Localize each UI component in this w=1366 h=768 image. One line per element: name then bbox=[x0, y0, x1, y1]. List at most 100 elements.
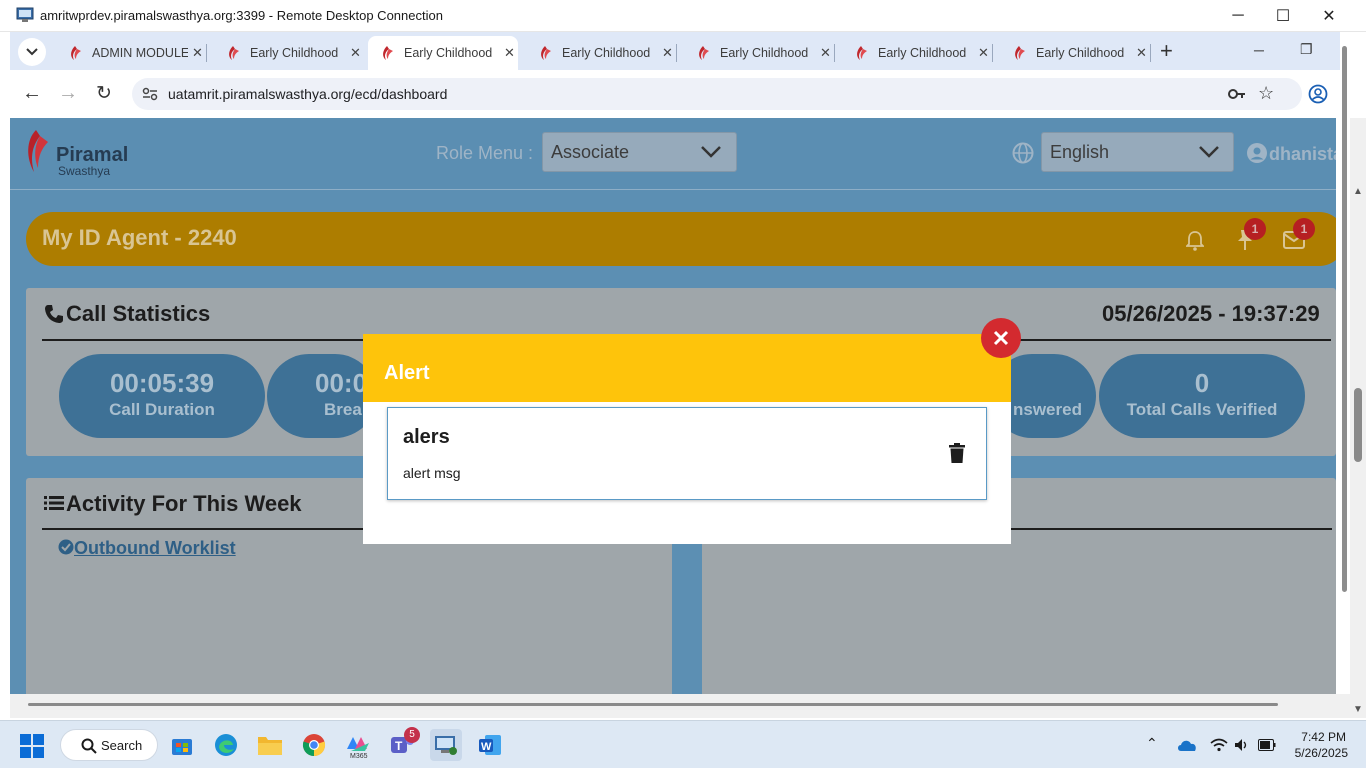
bookmark-star-icon[interactable]: ☆ bbox=[1258, 83, 1274, 104]
tab-label: Early Childhood bbox=[562, 46, 651, 60]
rdp-maximize-button[interactable]: ☐ bbox=[1260, 0, 1306, 32]
onedrive-icon[interactable] bbox=[1176, 737, 1198, 753]
call-statistics-datetime: 05/26/2025 - 19:37:29 bbox=[1102, 301, 1320, 326]
browser-tab[interactable]: Early Childhood ✕ bbox=[684, 36, 834, 70]
stat-value: 0 bbox=[1194, 368, 1210, 398]
scroll-up-arrow[interactable]: ▲ bbox=[1353, 186, 1363, 197]
horizontal-scrollbar[interactable] bbox=[10, 694, 1350, 718]
word-icon[interactable]: W bbox=[474, 729, 506, 761]
browser-tab[interactable]: Early Childhood ✕ bbox=[1000, 36, 1150, 70]
back-button[interactable]: ← bbox=[22, 82, 42, 105]
edge-icon[interactable] bbox=[210, 729, 242, 761]
wifi-icon[interactable] bbox=[1210, 738, 1228, 752]
search-icon bbox=[81, 738, 97, 754]
clock-date[interactable]: 5/26/2025 bbox=[1286, 746, 1348, 760]
tab-label: Early Childhood bbox=[878, 46, 967, 60]
tab-close-icon[interactable]: ✕ bbox=[192, 45, 203, 61]
username[interactable]: dhanista bbox=[1269, 144, 1336, 165]
store-icon[interactable] bbox=[166, 729, 198, 761]
tab-separator bbox=[206, 44, 207, 62]
globe-icon bbox=[1012, 142, 1034, 164]
browser-tab[interactable]: Early Childhood ✕ bbox=[368, 36, 518, 70]
tab-separator bbox=[834, 44, 835, 62]
alert-title: alers bbox=[403, 426, 450, 448]
activity-title: Activity For This Week bbox=[66, 491, 302, 516]
tab-close-icon[interactable]: ✕ bbox=[978, 45, 989, 61]
language-value: English bbox=[1050, 142, 1110, 162]
alert-message: alert msg bbox=[403, 465, 461, 481]
tab-search-button[interactable] bbox=[18, 38, 46, 66]
app-header: Piramal Swasthya Role Menu : Associate E… bbox=[10, 118, 1336, 190]
role-menu-value: Associate bbox=[551, 142, 630, 162]
alert-close-button[interactable] bbox=[981, 318, 1021, 358]
trash-icon[interactable] bbox=[949, 443, 965, 463]
stat-break: 00:0 Brea bbox=[267, 354, 377, 438]
tab-close-icon[interactable]: ✕ bbox=[350, 45, 361, 61]
browser-scrollbar[interactable] bbox=[1340, 46, 1350, 594]
search-label: Search bbox=[101, 738, 143, 753]
language-dropdown[interactable]: English bbox=[1041, 132, 1234, 172]
profile-icon[interactable] bbox=[1308, 84, 1328, 104]
tab-label: ADMIN MODULE bbox=[92, 46, 188, 60]
browser-minimize-button[interactable]: ─ bbox=[1254, 42, 1264, 58]
rdp-close-button[interactable]: ✕ bbox=[1306, 0, 1352, 32]
check-circle-icon bbox=[58, 539, 74, 555]
forward-button[interactable]: → bbox=[58, 82, 78, 105]
m365-label: M365 bbox=[350, 753, 368, 760]
tab-close-icon[interactable]: ✕ bbox=[504, 45, 515, 61]
rdp-minimize-button[interactable]: ─ bbox=[1215, 0, 1261, 32]
browser-tab[interactable]: Early Childhood ✕ bbox=[214, 36, 364, 70]
teams-badge: 5 bbox=[404, 727, 420, 743]
browser-restore-button[interactable]: ❐ bbox=[1300, 41, 1313, 58]
logo-subtitle: Swasthya bbox=[58, 164, 111, 178]
password-key-icon[interactable] bbox=[1228, 87, 1246, 101]
windows-start-icon[interactable] bbox=[20, 734, 44, 758]
battery-icon[interactable] bbox=[1258, 739, 1276, 751]
m365-icon[interactable]: M365 bbox=[342, 729, 374, 761]
show-hidden-icons-button[interactable]: ⌃ bbox=[1146, 735, 1158, 752]
tab-favicon-icon bbox=[699, 46, 709, 60]
reload-button[interactable]: ↻ bbox=[96, 82, 112, 105]
chrome-icon[interactable] bbox=[298, 729, 330, 761]
tab-close-icon[interactable]: ✕ bbox=[662, 45, 673, 61]
chevron-down-icon bbox=[701, 146, 721, 158]
browser-tab[interactable]: ADMIN MODULE ✕ bbox=[56, 36, 206, 70]
chevron-down-icon bbox=[26, 48, 38, 56]
taskbar-search[interactable]: Search bbox=[60, 729, 158, 761]
pin-count-badge: 1 bbox=[1244, 218, 1266, 240]
tab-close-icon[interactable]: ✕ bbox=[1136, 45, 1147, 61]
outbound-worklist-link[interactable]: Outbound Worklist bbox=[74, 538, 236, 559]
piramal-logo-icon bbox=[28, 130, 48, 172]
role-menu-dropdown[interactable]: Associate bbox=[542, 132, 737, 172]
browser-scrollbar-thumb[interactable] bbox=[1342, 46, 1347, 592]
url-text: uatamrit.piramalswasthya.org/ecd/dashboa… bbox=[168, 86, 448, 102]
vertical-scrollbar[interactable]: ▲ ▼ bbox=[1350, 118, 1366, 718]
rdp-title-bar: amritwprdev.piramalswasthya.org:3399 - R… bbox=[0, 0, 1366, 32]
agent-id-bar: My ID Agent - 2240 1 1 bbox=[26, 212, 1336, 266]
volume-icon[interactable] bbox=[1234, 738, 1250, 752]
browser-tab[interactable]: Early Childhood ✕ bbox=[842, 36, 992, 70]
remote-desktop-taskbar-icon[interactable] bbox=[430, 729, 462, 761]
bell-icon[interactable] bbox=[1186, 231, 1204, 251]
file-explorer-icon[interactable] bbox=[254, 729, 286, 761]
stat-value: 00:0 bbox=[315, 368, 368, 398]
stat-label: Brea bbox=[324, 400, 362, 419]
hscroll-thumb[interactable] bbox=[28, 703, 1278, 706]
tab-label: Early Childhood bbox=[720, 46, 809, 60]
user-avatar-icon[interactable] bbox=[1247, 143, 1267, 163]
tab-close-icon[interactable]: ✕ bbox=[820, 45, 831, 61]
address-bar[interactable]: uatamrit.piramalswasthya.org/ecd/dashboa… bbox=[132, 78, 1302, 110]
scroll-down-arrow[interactable]: ▼ bbox=[1353, 704, 1363, 715]
clock-time[interactable]: 7:42 PM bbox=[1290, 730, 1346, 744]
tab-separator bbox=[992, 44, 993, 62]
alert-modal-header bbox=[363, 334, 1011, 402]
tab-favicon-icon bbox=[383, 46, 393, 60]
alert-card: alers alert msg bbox=[387, 407, 987, 500]
browser-toolbar: ← → ↻ uatamrit.piramalswasthya.org/ecd/d… bbox=[10, 70, 1340, 118]
site-info-icon[interactable] bbox=[142, 87, 158, 101]
tab-favicon-icon bbox=[71, 46, 81, 60]
browser-tab[interactable]: Early Childhood ✕ bbox=[526, 36, 676, 70]
scrollbar-thumb[interactable] bbox=[1354, 388, 1362, 462]
teams-icon[interactable]: T 5 bbox=[386, 727, 420, 761]
new-tab-button[interactable]: + bbox=[1160, 40, 1173, 62]
